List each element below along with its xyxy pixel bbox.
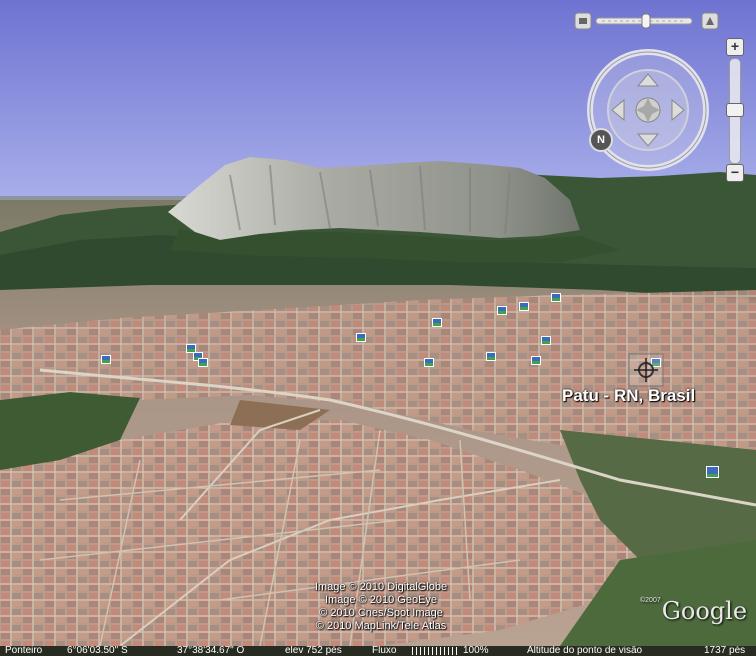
photo-marker-icon[interactable] xyxy=(551,293,561,302)
photo-marker-icon[interactable] xyxy=(541,336,551,345)
photo-marker-icon[interactable] xyxy=(531,356,541,365)
placemark-icon[interactable] xyxy=(628,353,664,387)
place-label[interactable]: Patu - RN, Brasil xyxy=(562,386,695,406)
imagery-copyright: Image © 2010 DigitalGlobe Image © 2010 G… xyxy=(296,581,466,633)
pointer-latitude: 6°06'03.50" S xyxy=(67,646,128,656)
photo-marker-icon[interactable] xyxy=(519,302,529,311)
google-logo: ©2007Google xyxy=(640,597,747,625)
stream-progress-bar xyxy=(412,647,458,655)
altitude-value: 1737 pés xyxy=(704,646,746,656)
photo-marker-icon[interactable] xyxy=(486,352,496,361)
zoom-in-icon[interactable]: + xyxy=(726,38,744,56)
map-viewport[interactable]: Patu - RN, Brasil N + − Image © 2010 Dig… xyxy=(0,0,756,656)
status-bar: Ponteiro 6°06'03.50" S 37°38'34.67" O el… xyxy=(0,646,756,656)
tilt-slider[interactable] xyxy=(574,11,720,31)
photo-marker-icon[interactable] xyxy=(101,355,111,364)
photo-marker-icon[interactable] xyxy=(432,318,442,327)
stream-label: Fluxo xyxy=(372,646,397,656)
copyright-line: © 2010 Cnes/Spot Image xyxy=(319,607,443,619)
photo-marker-icon[interactable] xyxy=(706,466,719,478)
compass-ring-icon[interactable] xyxy=(586,48,710,172)
zoom-slider-handle[interactable] xyxy=(726,103,744,117)
photo-marker-icon[interactable] xyxy=(424,358,434,367)
photo-marker-icon[interactable] xyxy=(356,333,366,342)
stream-value: 100% xyxy=(463,646,489,656)
logo-copyright: ©2007 xyxy=(640,597,661,604)
pointer-longitude: 37°38'34.67" O xyxy=(177,646,245,656)
altitude-label: Altitude do ponto de visão xyxy=(527,646,643,656)
zoom-out-icon[interactable]: − xyxy=(726,164,744,182)
compass-north[interactable]: N xyxy=(589,128,613,152)
pointer-elevation: elev 752 pés xyxy=(285,646,342,656)
copyright-line: Image © 2010 GeoEye xyxy=(324,594,438,606)
photo-marker-icon[interactable] xyxy=(497,306,507,315)
photo-marker-icon[interactable] xyxy=(198,358,208,367)
copyright-line: © 2010 MapLink/Tele Atlas xyxy=(315,620,447,632)
logo-text: Google xyxy=(661,597,748,625)
copyright-line: Image © 2010 DigitalGlobe xyxy=(314,581,448,593)
pointer-label: Ponteiro xyxy=(5,646,43,656)
